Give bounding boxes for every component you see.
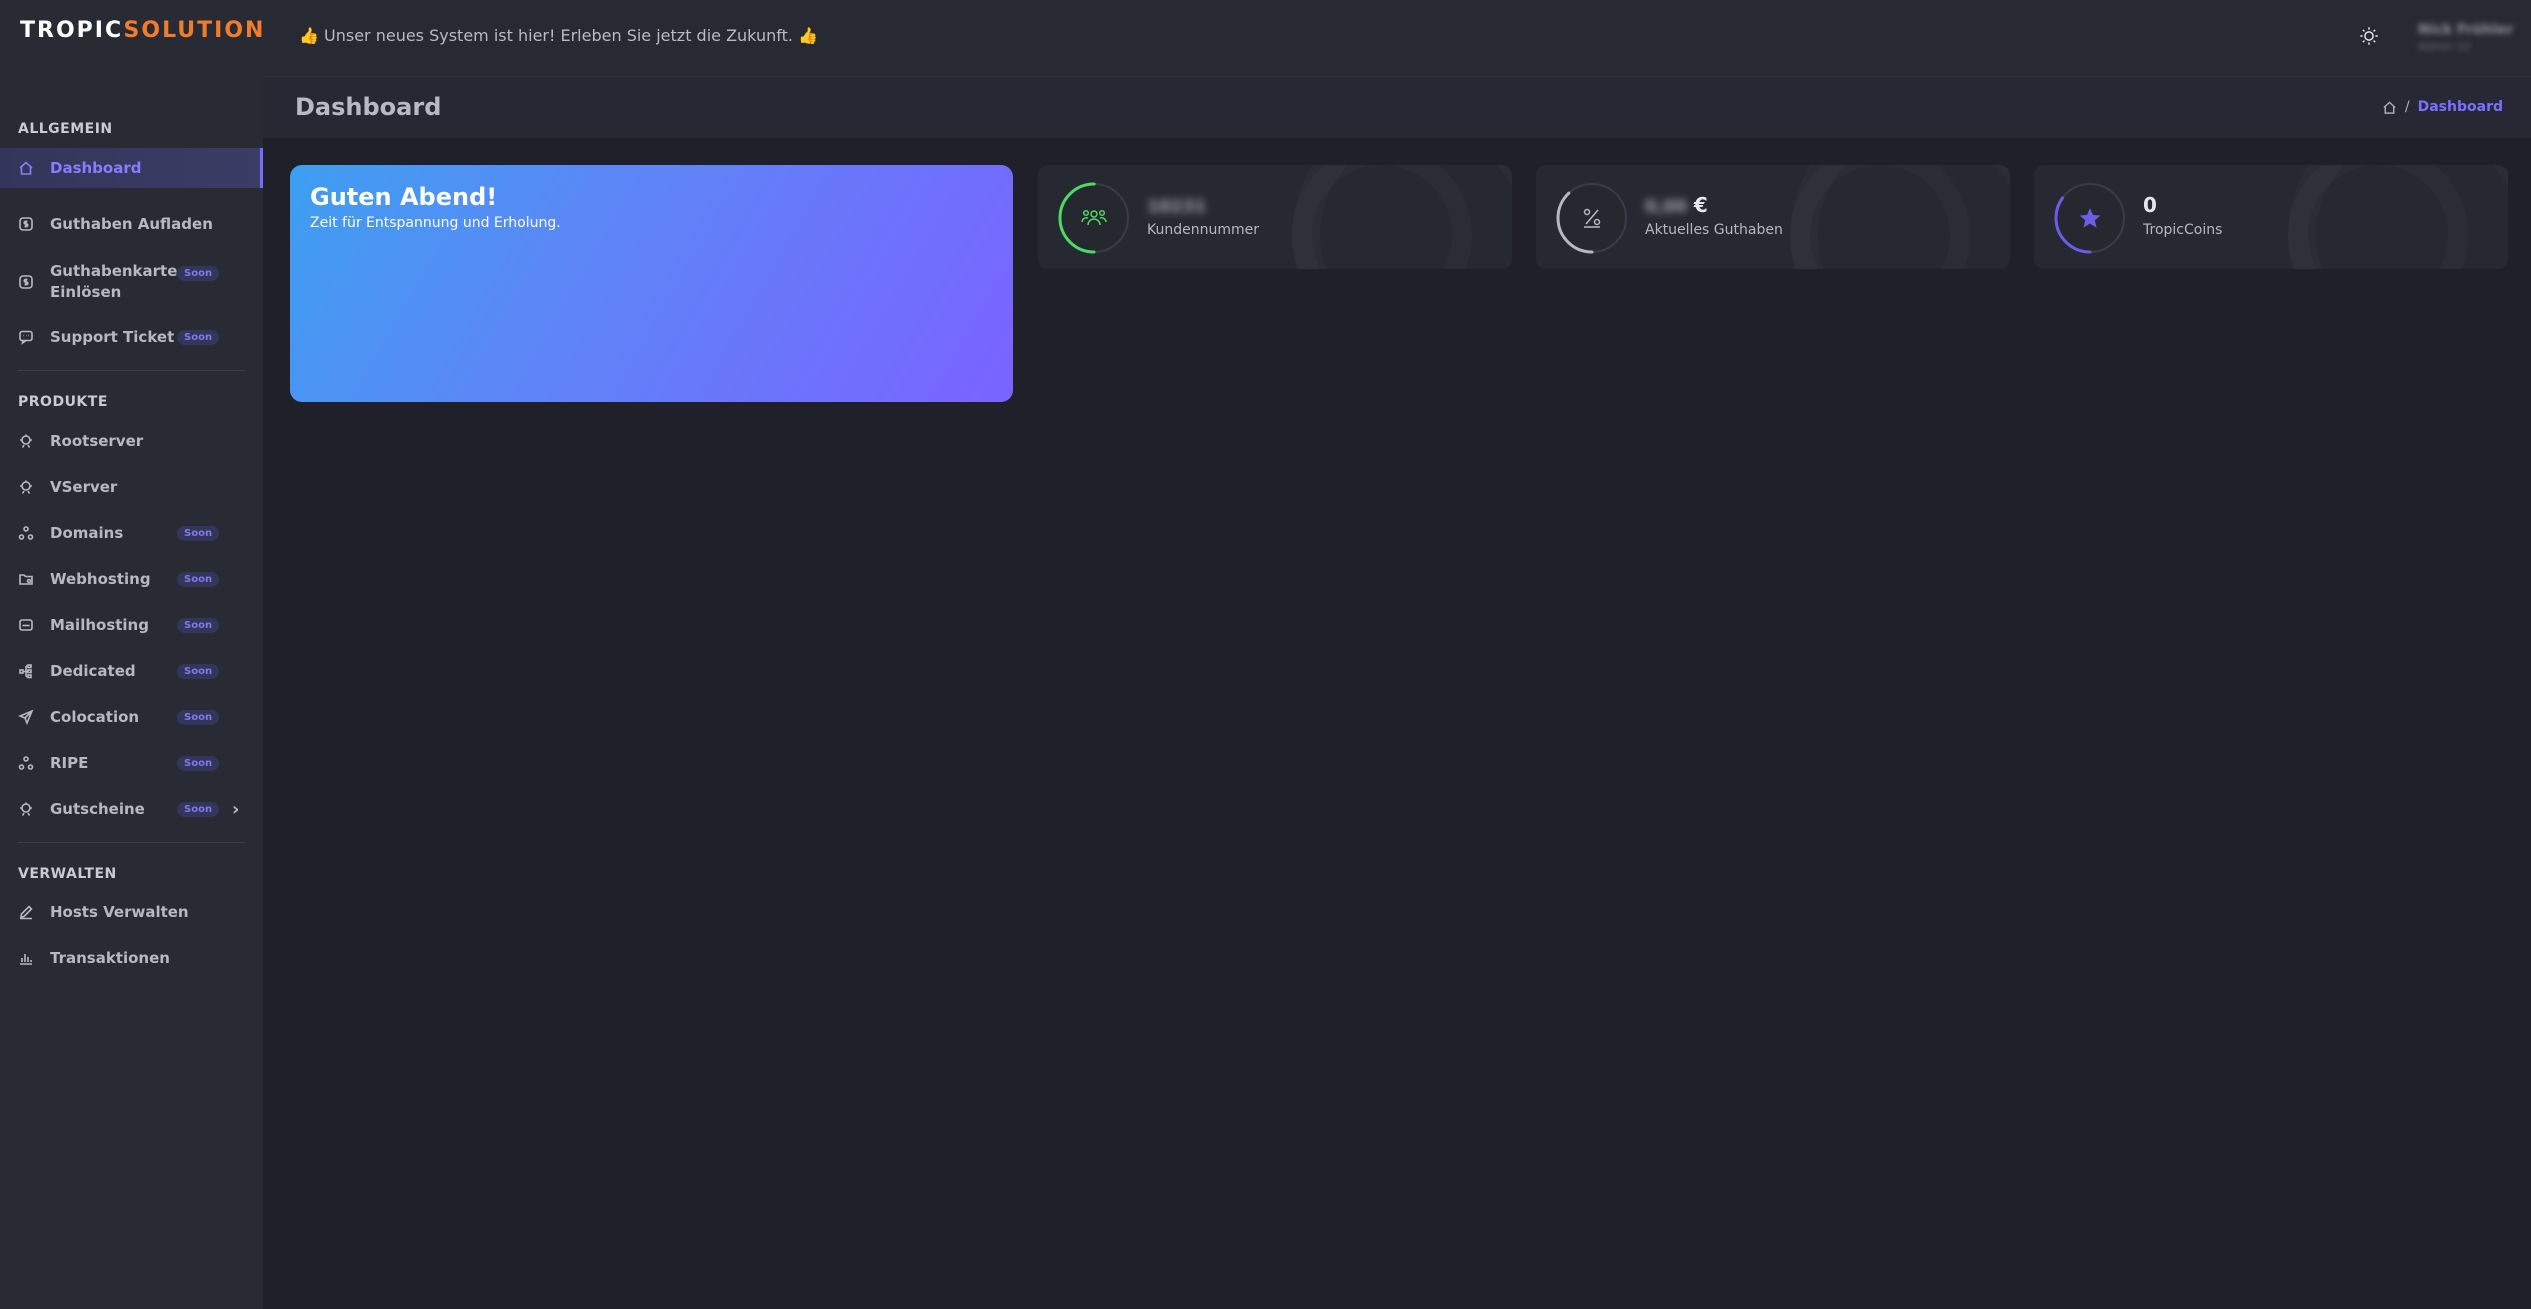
sidebar-item-colocation[interactable]: Colocation Soon	[0, 697, 263, 737]
label-line-1: Guthabenkarte	[50, 262, 178, 280]
server-icon	[18, 801, 34, 817]
user-name[interactable]: Nick Fröhler	[2418, 22, 2513, 38]
home-icon[interactable]	[2382, 100, 2397, 115]
stat-caption: Kundennummer	[1147, 222, 1259, 238]
stat-card-balance: 0,00 € Aktuelles Guthaben	[1536, 165, 2010, 269]
soon-badge: Soon	[177, 801, 220, 817]
sidebar-item-vserver[interactable]: VServer	[0, 467, 263, 507]
mail-icon	[18, 617, 34, 633]
nodes-icon	[18, 755, 34, 771]
sidebar-item-dedicated[interactable]: Dedicated Soon	[0, 651, 263, 691]
welcome-subtitle: Zeit für Entspannung und Erholung.	[310, 215, 561, 231]
divider	[18, 370, 245, 371]
stat-value: 10231	[1147, 193, 1206, 217]
sidebar-item-label: Support Ticket	[50, 328, 175, 346]
card-decoration	[1790, 165, 1970, 269]
balance-value: 0,00	[1645, 197, 1687, 217]
sidebar-item-label: Hosts Verwalten	[50, 903, 189, 921]
sidebar-item-gutscheine[interactable]: Gutscheine Soon ›	[0, 789, 263, 829]
divider	[18, 842, 245, 843]
sidebar-item-label: VServer	[50, 478, 118, 496]
soon-badge: Soon	[177, 709, 220, 725]
section-title-verwalten: VERWALTEN	[18, 866, 117, 882]
welcome-card: Guten Abend! Zeit für Entspannung und Er…	[290, 165, 1013, 402]
sidebar-item-label: Guthaben Aufladen	[50, 215, 213, 233]
sidebar-item-webhosting[interactable]: Webhosting Soon	[0, 559, 263, 599]
soon-badge: Soon	[177, 617, 220, 633]
soon-badge: Soon	[177, 663, 220, 679]
sidebar-item-mailhosting[interactable]: Mailhosting Soon	[0, 605, 263, 645]
sidebar-item-label: Dedicated	[50, 662, 136, 680]
message-icon	[18, 329, 34, 345]
tree-icon	[18, 663, 34, 679]
stat-caption: Aktuelles Guthaben	[1645, 222, 1783, 238]
sidebar-item-ripe[interactable]: RIPE Soon	[0, 743, 263, 783]
sidebar-item-dashboard[interactable]: Dashboard	[0, 148, 263, 188]
nodes-icon	[18, 525, 34, 541]
home-icon	[18, 160, 34, 176]
sidebar-item-hosts-verwalten[interactable]: Hosts Verwalten	[0, 892, 263, 932]
sidebar-item-label: Dashboard	[50, 159, 142, 177]
currency-symbol: €	[1693, 193, 1708, 217]
progress-ring	[1556, 182, 1628, 254]
coin-icon	[18, 216, 34, 232]
stat-card-customer-number: 10231 Kundennummer	[1038, 165, 1512, 269]
sidebar-item-label: Mailhosting	[50, 616, 149, 634]
chevron-right-icon[interactable]: ›	[232, 799, 239, 820]
progress-ring	[1058, 182, 1130, 254]
server-icon	[18, 433, 34, 449]
sun-icon[interactable]	[2358, 25, 2382, 49]
sidebar-item-label: Gutscheine	[50, 800, 145, 818]
sidebar-item-label: Transaktionen	[50, 949, 170, 967]
page-header: Dashboard / Dashboard	[263, 76, 2531, 138]
page-title: Dashboard	[295, 93, 442, 121]
sidebar-item-transaktionen[interactable]: Transaktionen	[0, 938, 263, 978]
card-decoration	[1292, 165, 1472, 269]
section-title-allgemein: ALLGEMEIN	[18, 121, 113, 137]
soon-badge: Soon	[177, 266, 220, 281]
label-line-2: Einlösen	[50, 283, 122, 301]
stat-value: 0,00 €	[1645, 193, 1708, 217]
section-title-produkte: PRODUKTE	[18, 394, 108, 410]
sidebar-item-label: Guthabenkarte Einlösen	[50, 261, 177, 303]
breadcrumb-separator: /	[2404, 99, 2410, 115]
breadcrumb-current: Dashboard	[2417, 99, 2503, 115]
sidebar-item-support-ticket[interactable]: Support Ticket Soon	[0, 317, 263, 357]
soon-badge: Soon	[177, 755, 220, 771]
progress-ring	[2054, 182, 2126, 254]
brand-part-1: TROPIC	[20, 18, 124, 43]
breadcrumb: / Dashboard	[2382, 99, 2503, 115]
stat-value: 0	[2143, 193, 2157, 217]
chart-icon	[18, 950, 34, 966]
soon-badge: Soon	[177, 525, 220, 541]
stat-caption: TropicCoins	[2143, 222, 2223, 238]
sidebar-item-label: Domains	[50, 524, 124, 542]
stat-card-tropiccoins: 0 TropicCoins	[2034, 165, 2508, 269]
brand-part-2: SOLUTIONS	[123, 18, 284, 43]
soon-badge: Soon	[177, 329, 220, 345]
customer-number-value: 10231	[1147, 197, 1207, 217]
sidebar-item-label: Webhosting	[50, 570, 151, 588]
sidebar-item-guthabenkarte[interactable]: Guthabenkarte Einlösen Soon	[0, 258, 263, 306]
welcome-title: Guten Abend!	[310, 183, 498, 211]
pencil-icon	[18, 904, 34, 920]
topbar: 👍 Unser neues System ist hier! Erleben S…	[263, 0, 2531, 76]
sidebar-item-label: RIPE	[50, 754, 89, 772]
folder-icon	[18, 571, 34, 587]
user-role: Admin 12	[2418, 40, 2471, 53]
card-decoration	[2288, 165, 2468, 269]
sidebar-item-label: Rootserver	[50, 432, 144, 450]
sidebar-item-rootserver[interactable]: Rootserver	[0, 421, 263, 461]
coin-icon	[18, 274, 34, 290]
announcement-text: 👍 Unser neues System ist hier! Erleben S…	[299, 26, 818, 45]
sidebar-item-guthaben-aufladen[interactable]: Guthaben Aufladen	[0, 204, 263, 244]
brand-logo[interactable]: TROPICSOLUTIONS	[20, 18, 283, 43]
sidebar-item-domains[interactable]: Domains Soon	[0, 513, 263, 553]
server-icon	[18, 479, 34, 495]
sidebar: TROPICSOLUTIONS ALLGEMEIN Dashboard Guth…	[0, 0, 281, 1309]
sidebar-item-label: Colocation	[50, 708, 140, 726]
send-icon	[18, 709, 34, 725]
soon-badge: Soon	[177, 571, 220, 587]
